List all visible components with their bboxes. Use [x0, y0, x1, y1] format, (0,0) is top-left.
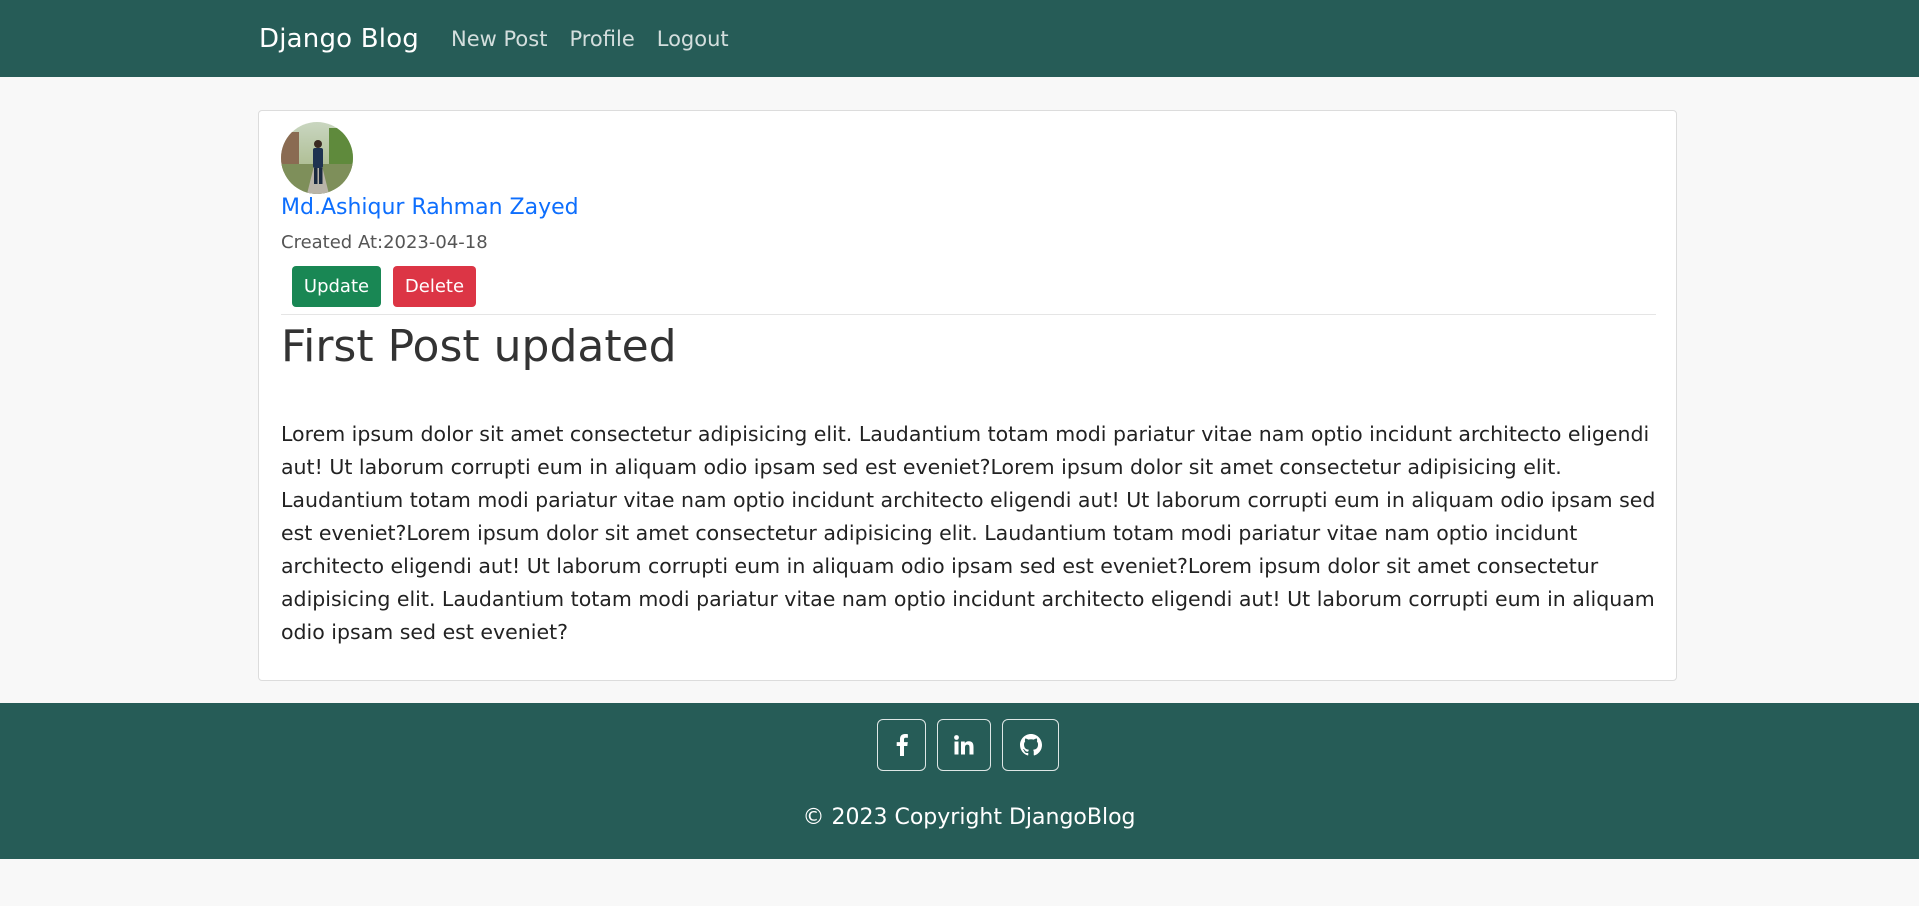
created-at: Created At:2023-04-18 — [281, 232, 488, 253]
avatar — [281, 122, 353, 194]
top-navbar: Django Blog New Post Profile Logout — [0, 0, 1919, 77]
post-body: Lorem ipsum dolor sit amet consectetur a… — [281, 422, 1656, 644]
update-button[interactable]: Update — [292, 266, 381, 307]
delete-button[interactable]: Delete — [393, 266, 476, 307]
nav-link-profile[interactable]: Profile — [569, 27, 634, 51]
copyright-text: © 2023 Copyright DjangoBlog — [802, 805, 1136, 830]
facebook-button[interactable] — [877, 719, 926, 771]
author-link[interactable]: Md.Ashiqur Rahman Zayed — [281, 195, 579, 220]
post-card: Md.Ashiqur Rahman Zayed Created At:2023-… — [258, 110, 1677, 681]
nav-link-logout[interactable]: Logout — [657, 27, 729, 51]
nav-link-new-post[interactable]: New Post — [451, 27, 547, 51]
brand-link[interactable]: Django Blog — [259, 24, 419, 54]
post-title: First Post updated — [281, 321, 677, 372]
footer: © 2023 Copyright DjangoBlog — [0, 703, 1919, 859]
github-icon — [1019, 734, 1042, 756]
github-button[interactable] — [1002, 719, 1059, 771]
linkedin-button[interactable] — [937, 719, 991, 771]
linkedin-icon — [954, 735, 974, 755]
navbar-container: Django Blog New Post Profile Logout — [259, 0, 751, 77]
facebook-icon — [895, 734, 909, 756]
divider — [281, 314, 1656, 315]
